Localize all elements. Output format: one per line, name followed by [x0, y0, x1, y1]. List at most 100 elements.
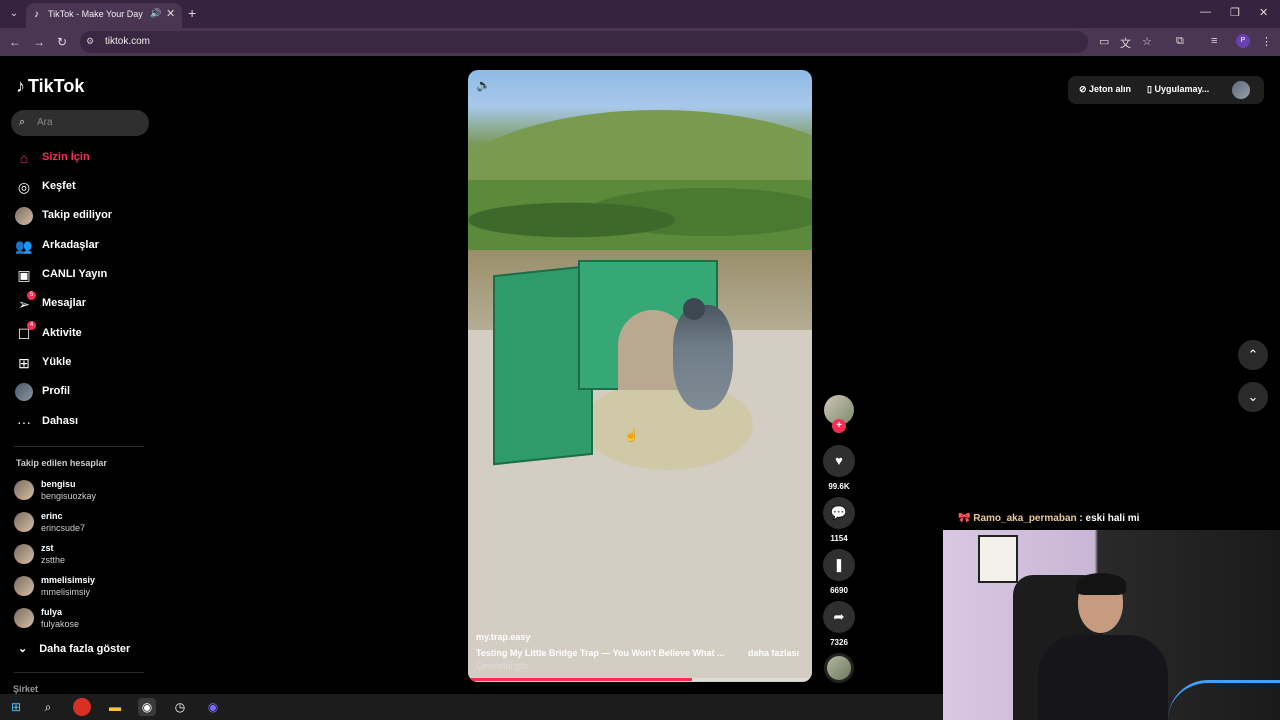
video-username[interactable]: my.trap.easy: [476, 632, 530, 642]
show-more-label: Daha fazla göster: [39, 643, 131, 655]
streamer-body: [1038, 635, 1168, 720]
user-avatar[interactable]: [1232, 81, 1250, 99]
windows-start-icon[interactable]: ⊞: [7, 698, 25, 716]
nav-item-profile[interactable]: Profil: [14, 381, 154, 403]
search-placeholder: Ara: [37, 117, 53, 128]
star-icon[interactable]: ☆: [1142, 35, 1152, 48]
save-count: 6690: [830, 586, 848, 595]
extensions-icon[interactable]: ⧉: [1176, 35, 1184, 48]
search-icon[interactable]: ⌕: [39, 698, 57, 716]
chrome-icon[interactable]: [73, 698, 91, 716]
account-avatar: [14, 608, 34, 628]
speaker-icon[interactable]: 🔊: [150, 8, 161, 19]
nav-label: CANLI Yayın: [42, 268, 108, 280]
restore-icon[interactable]: ❐: [1230, 6, 1240, 19]
speaker-icon[interactable]: 🔈: [476, 78, 491, 92]
tab-title: TikTok - Make Your Day: [48, 9, 143, 19]
follow-plus-icon[interactable]: +: [832, 419, 846, 433]
tiktok-logo[interactable]: ♪ TikTok: [16, 76, 84, 97]
music-disc-icon[interactable]: [824, 653, 854, 683]
site-info-icon[interactable]: ⚙: [86, 36, 94, 47]
see-translation-link[interactable]: Çevirisini gör: [476, 661, 528, 671]
nav-label: Dahası: [42, 415, 79, 427]
chat-username: Ramo_aka_permaban: [973, 513, 1077, 524]
search-input[interactable]: ⌕ Ara: [11, 110, 149, 136]
compass-icon: ◎: [17, 179, 31, 195]
nav-item-activity[interactable]: ☐ 4 Aktivite: [14, 321, 154, 345]
chrome-active-icon[interactable]: ◉: [138, 698, 156, 716]
nav-item-live[interactable]: ▣ CANLI Yayın: [14, 264, 154, 286]
bookmark-icon[interactable]: ❚: [823, 549, 855, 581]
nav-label: Yükle: [42, 356, 72, 368]
previous-video-button[interactable]: ⌃: [1238, 340, 1268, 370]
window-close-icon[interactable]: ✕: [1259, 6, 1268, 19]
get-app-label: Uygulamay...: [1154, 84, 1210, 94]
account-handle: erincsude7: [41, 523, 86, 533]
followed-account[interactable]: bengisu bengisuozkay: [14, 477, 154, 505]
nav-label: Keşfet: [42, 180, 76, 192]
browser-tab-strip: ⌄ ♪ TikTok - Make Your Day 🔊 ✕ + — ❐ ✕: [0, 0, 1280, 28]
activity-badge: 4: [27, 321, 36, 330]
browser-tab[interactable]: ♪ TikTok - Make Your Day 🔊 ✕: [26, 3, 182, 28]
chevron-down-icon[interactable]: ⌄: [6, 6, 22, 22]
top-right-bar: ⊘ Jeton alın ▯ Uygulamay...: [1068, 76, 1264, 104]
translate-icon[interactable]: 文: [1120, 35, 1131, 51]
nav-item-upload[interactable]: ⊞ Yükle: [14, 352, 154, 374]
minimize-icon[interactable]: —: [1200, 6, 1211, 18]
back-icon[interactable]: ←: [9, 35, 21, 49]
forward-icon[interactable]: →: [33, 35, 45, 49]
media-icon[interactable]: ≡: [1211, 35, 1217, 47]
sidebar-divider: [14, 446, 144, 447]
home-icon: ⌂: [19, 150, 29, 166]
get-coins-button[interactable]: ⊘ Jeton alın: [1079, 84, 1131, 95]
close-tab-icon[interactable]: ✕: [166, 7, 175, 20]
users-icon: 👥: [15, 238, 33, 254]
reload-icon[interactable]: ↻: [57, 35, 67, 49]
nav-label: Sizin İçin: [42, 151, 90, 163]
nav-item-friends[interactable]: 👥 Arkadaşlar: [14, 235, 154, 257]
nav-item-following[interactable]: Takip ediliyor: [14, 205, 154, 227]
plus-icon[interactable]: +: [188, 5, 196, 21]
share-icon[interactable]: ➦: [823, 601, 855, 633]
followed-account[interactable]: zst zstthe: [14, 541, 154, 569]
nav-item-messages[interactable]: ➢ 5 Mesajlar: [14, 291, 154, 315]
address-bar[interactable]: ⚙ tiktok.com: [80, 31, 1088, 53]
video-plate: [583, 380, 753, 470]
account-name: erinc: [41, 511, 63, 521]
chevron-down-icon: ⌄: [18, 643, 28, 655]
heart-icon[interactable]: ♥: [823, 445, 855, 477]
video-progress-fill: [468, 678, 692, 681]
cast-icon[interactable]: ▭: [1099, 35, 1109, 48]
get-app-button[interactable]: ▯ Uygulamay...: [1147, 84, 1209, 95]
account-name: mmelisimsiy: [41, 575, 96, 585]
url-text: tiktok.com: [105, 36, 151, 47]
followed-account[interactable]: fulya fulyakose: [14, 605, 154, 633]
account-handle: fulyakose: [41, 619, 80, 629]
hand-cursor-icon: ☝: [624, 428, 639, 442]
comment-icon[interactable]: 💬: [823, 497, 855, 529]
company-link[interactable]: Şirket: [13, 684, 38, 694]
messenger-icon[interactable]: ◉: [204, 698, 222, 716]
next-video-button[interactable]: ⌄: [1238, 382, 1268, 412]
chevron-up-icon: ⌃: [1247, 347, 1259, 362]
nav-item-more[interactable]: ··· Dahası: [14, 411, 154, 433]
see-more-link[interactable]: daha fazlası: [748, 648, 799, 658]
chat-text: : eski hali mi: [1076, 513, 1140, 524]
file-explorer-icon[interactable]: ▬: [106, 698, 124, 716]
profile-avatar[interactable]: P: [1236, 34, 1250, 48]
nav-item-for-you[interactable]: ⌂ Sizin İçin: [14, 147, 154, 169]
streamer-hair: [1076, 573, 1126, 595]
followed-account[interactable]: erinc erincsude7: [14, 509, 154, 537]
video-actions: + ♥ 99.6K 💬 1154 ❚ 6690 ➦ 7326: [822, 395, 856, 685]
clock-app-icon[interactable]: ◷: [171, 698, 189, 716]
logo-text: TikTok: [28, 76, 85, 96]
following-avatar-icon: [15, 207, 33, 225]
tiktok-favicon-icon: ♪: [34, 9, 39, 20]
video-player[interactable]: 🔈 ☝ my.trap.easy Testing My Little Bridg…: [468, 70, 812, 682]
show-more-button[interactable]: ⌄ Daha fazla göster: [18, 642, 130, 655]
video-progress-bar[interactable]: [468, 678, 812, 681]
coin-icon: ⊘: [1079, 84, 1090, 94]
menu-kebab-icon[interactable]: ⋮: [1261, 35, 1272, 48]
followed-account[interactable]: mmelisimsiy mmelisimsiy: [14, 573, 154, 601]
nav-item-explore[interactable]: ◎ Keşfet: [14, 176, 154, 198]
